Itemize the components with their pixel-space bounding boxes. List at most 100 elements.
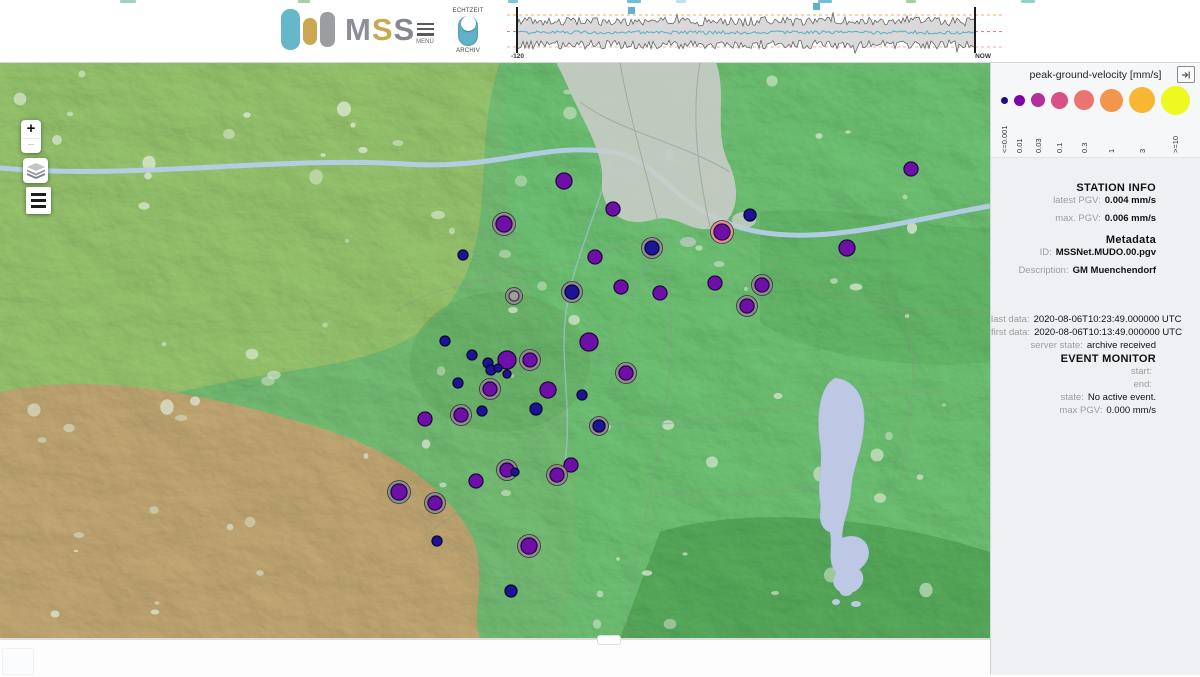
station-marker[interactable] <box>839 240 855 256</box>
station-marker[interactable] <box>744 209 756 221</box>
tick-mark <box>1021 0 1035 3</box>
info-label: end: <box>1134 379 1153 390</box>
station-marker[interactable] <box>593 420 605 432</box>
collapse-arrow-icon <box>1181 70 1191 80</box>
info-label: latest PGV: <box>1053 195 1101 206</box>
info-row: latest PGV: 0.004 mm/s <box>991 194 1156 207</box>
legend-item: 3 <box>1129 85 1155 153</box>
station-marker[interactable] <box>577 390 587 400</box>
event-monitor-title: EVENT MONITOR <box>991 353 1156 365</box>
event-marker[interactable] <box>628 7 635 14</box>
legend-item: 0.3 <box>1074 85 1094 153</box>
station-marker[interactable] <box>494 364 502 372</box>
layers-button[interactable] <box>23 158 48 183</box>
station-marker[interactable] <box>540 382 556 398</box>
info-value: GM Muenchendorf <box>1073 265 1156 276</box>
info-row: Description: GM Muenchendorf <box>991 264 1156 277</box>
station-marker[interactable] <box>588 250 602 264</box>
station-marker[interactable] <box>614 280 628 294</box>
legend-title: peak-ground-velocity [mm/s] <box>999 69 1192 81</box>
station-marker[interactable] <box>523 353 537 367</box>
station-marker[interactable] <box>458 250 468 260</box>
station-marker[interactable] <box>556 173 572 189</box>
info-row: server state:archive received <box>991 339 1156 352</box>
seismogram-stripchart[interactable]: -120 NOW <box>505 0 1005 62</box>
legend-item: 0.01 <box>1014 85 1025 153</box>
map-menu-icon <box>31 193 46 196</box>
station-marker[interactable] <box>580 333 598 351</box>
station-marker[interactable] <box>521 538 537 554</box>
info-row: ID:MSSNet.MUDO.00.pgv <box>991 246 1156 259</box>
info-row: start: <box>991 365 1156 378</box>
legend-label: 0.03 <box>1035 117 1043 153</box>
station-marker[interactable] <box>503 370 511 378</box>
info-value: archive received <box>1087 340 1156 351</box>
info-value: 2020-08-06T10:23:49.000000 UTC <box>1034 314 1182 325</box>
info-value: 0.006 mm/s <box>1105 213 1156 224</box>
logo-wordmark: MSS <box>345 14 415 45</box>
legend-item: <=0.001 <box>1001 85 1009 153</box>
legend-circle <box>1051 92 1068 109</box>
station-marker[interactable] <box>755 278 769 292</box>
layers-icon <box>26 162 46 179</box>
station-marker[interactable] <box>511 468 519 476</box>
info-row: state:No active event. <box>991 391 1156 404</box>
event-marker[interactable] <box>813 3 820 10</box>
station-marker[interactable] <box>440 336 450 346</box>
legend-scale: <=0.0010.010.030.10.313>=10 <box>999 85 1192 153</box>
info-row: end: <box>991 378 1156 391</box>
zoom-out-button[interactable]: − <box>21 139 41 153</box>
logo-bar-gray <box>320 12 335 47</box>
station-marker[interactable] <box>509 291 519 301</box>
station-marker[interactable] <box>428 496 442 510</box>
station-marker[interactable] <box>530 403 542 415</box>
terrain-map[interactable] <box>0 62 990 638</box>
info-label: first data: <box>991 327 1030 338</box>
station-marker[interactable] <box>467 350 477 360</box>
station-marker[interactable] <box>565 285 579 299</box>
info-label: last data: <box>991 314 1030 325</box>
station-marker[interactable] <box>469 474 483 488</box>
station-marker[interactable] <box>391 484 407 500</box>
station-marker[interactable] <box>432 536 442 546</box>
panel-drag-handle[interactable] <box>597 635 621 645</box>
legend-item: 0.03 <box>1031 85 1045 153</box>
station-marker[interactable] <box>453 378 463 388</box>
metadata-panel: Metadata ID:MSSNet.MUDO.00.pgvDescriptio… <box>991 234 1200 277</box>
info-label: Description: <box>1018 265 1068 276</box>
toggle-label-echtzeit: ECHTZEIT <box>444 8 492 14</box>
station-marker[interactable] <box>454 408 468 422</box>
station-marker[interactable] <box>904 162 918 176</box>
station-marker[interactable] <box>606 202 620 216</box>
station-marker[interactable] <box>496 216 512 232</box>
station-marker[interactable] <box>708 276 722 290</box>
station-marker[interactable] <box>714 224 730 240</box>
mode-toggle-switch[interactable] <box>458 16 478 46</box>
map-menu-button[interactable] <box>26 187 51 214</box>
legend-circle <box>1161 86 1190 115</box>
station-marker[interactable] <box>653 286 667 300</box>
legend-label: 3 <box>1139 117 1147 153</box>
station-marker[interactable] <box>418 412 432 426</box>
tick-mark <box>120 0 136 3</box>
app-logo[interactable]: MSS <box>281 9 415 50</box>
station-marker[interactable] <box>619 366 633 380</box>
station-marker[interactable] <box>740 299 754 313</box>
station-marker[interactable] <box>505 585 517 597</box>
legend-circle <box>1014 95 1025 106</box>
logo-bar-yellow <box>303 18 317 45</box>
station-marker[interactable] <box>645 241 659 255</box>
stripchart-start-label: -120 <box>511 53 524 60</box>
info-label: start: <box>1131 366 1152 377</box>
info-row: last data:2020-08-06T10:23:49.000000 UTC <box>991 313 1156 326</box>
info-label: max. PGV: <box>1055 213 1101 224</box>
info-row: first data:2020-08-06T10:13:49.000000 UT… <box>991 326 1156 339</box>
station-marker[interactable] <box>550 468 564 482</box>
map-canvas[interactable]: + − <box>0 62 990 638</box>
sidebar-collapse-button[interactable] <box>1177 66 1195 83</box>
menu-button[interactable]: MENÜ <box>409 20 441 45</box>
info-value: 0.004 mm/s <box>1105 195 1156 206</box>
station-marker[interactable] <box>477 406 487 416</box>
info-sidebar: peak-ground-velocity [mm/s] <=0.001 0.01 0… <box>990 62 1200 675</box>
station-marker[interactable] <box>483 382 497 396</box>
